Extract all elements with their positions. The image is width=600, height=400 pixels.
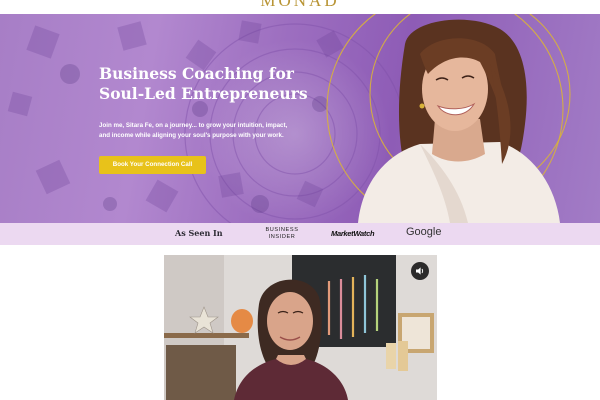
speaker-icon (416, 267, 424, 275)
site-logo[interactable]: MONAD (0, 0, 600, 11)
coach-portrait (358, 19, 560, 223)
hero-title-line1: Business Coaching for (99, 64, 294, 83)
hero-title-line2: Soul-Led Entrepreneurs (99, 84, 308, 103)
landing-page: MONAD Business Coaching for Soul-Led Ent… (0, 0, 600, 400)
hero-title: Business Coaching for Soul-Led Entrepren… (99, 64, 349, 104)
as-seen-in-bar: As Seen In BUSINESS INSIDER MarketWatch … (0, 223, 600, 245)
site-header: MONAD (0, 0, 600, 14)
as-seen-in-label: As Seen In (175, 228, 223, 238)
intro-video-player[interactable] (164, 255, 437, 400)
book-connection-call-button[interactable]: Book Your Connection Call (99, 156, 206, 174)
video-frame (164, 255, 437, 400)
volume-button[interactable] (411, 262, 429, 280)
hero-description: Join me, Sitara Fe, on a journey... to g… (99, 122, 288, 139)
google-logo: Google (406, 226, 442, 238)
business-insider-logo: BUSINESS INSIDER (265, 227, 299, 240)
hero-banner: Business Coaching for Soul-Led Entrepren… (0, 14, 600, 223)
marketwatch-logo: MarketWatch (331, 229, 375, 238)
